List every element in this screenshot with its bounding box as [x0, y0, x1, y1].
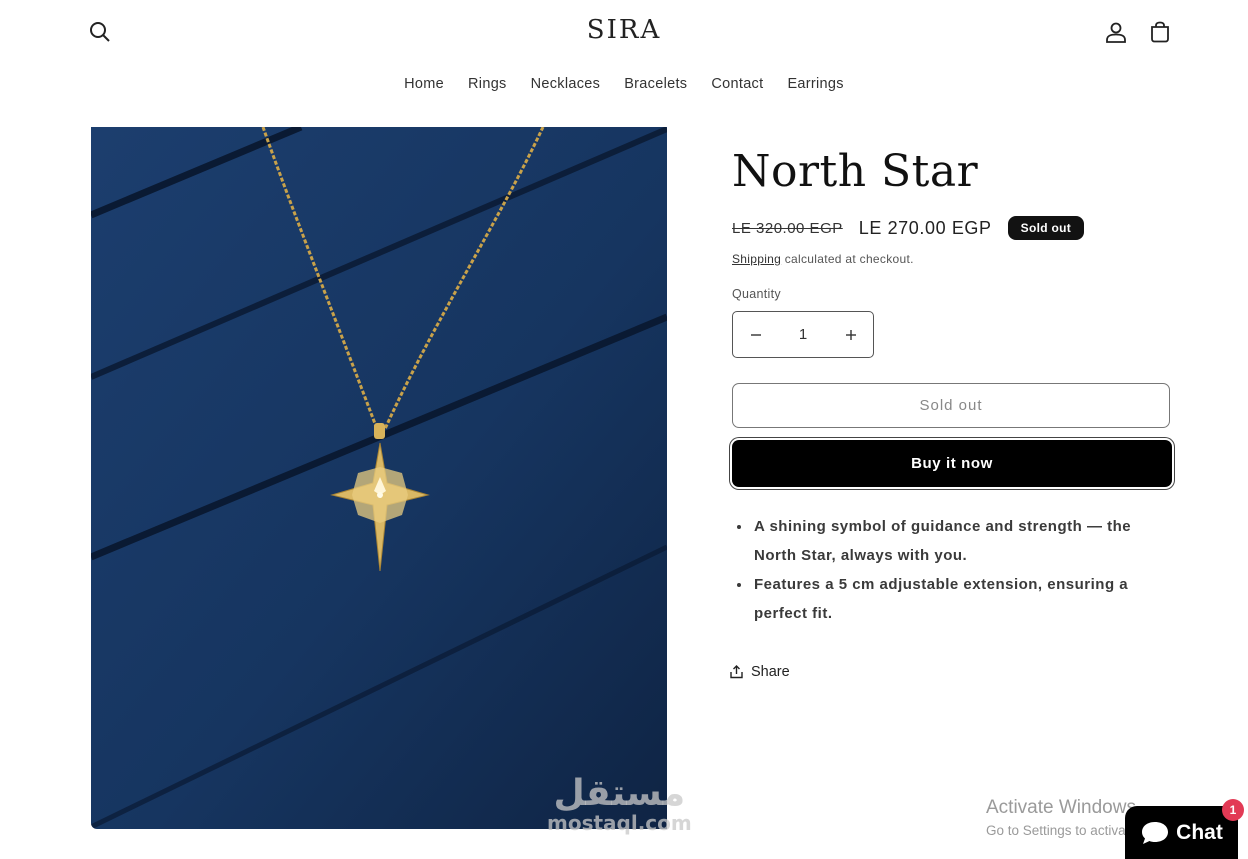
- shipping-link[interactable]: Shipping: [732, 252, 781, 266]
- cart-icon[interactable]: [1145, 17, 1175, 47]
- buy-now-button[interactable]: Buy it now: [732, 440, 1172, 487]
- nav-earrings[interactable]: Earrings: [775, 76, 855, 92]
- minus-icon[interactable]: [733, 312, 778, 357]
- account-icon[interactable]: [1101, 17, 1131, 47]
- product-description: A shining symbol of guidance and strengt…: [732, 512, 1172, 628]
- description-item: Features a 5 cm adjustable extension, en…: [752, 570, 1172, 628]
- nav-contact[interactable]: Contact: [699, 76, 775, 92]
- sale-price: LE 270.00 EGP: [858, 217, 992, 238]
- watermark-latin: mostaql.com: [547, 811, 692, 835]
- price-row: LE 320.00 EGP LE 270.00 EGP Sold out: [732, 216, 1085, 240]
- quantity-label: Quantity: [732, 287, 781, 301]
- share-icon: [730, 665, 743, 679]
- product-image[interactable]: [91, 127, 667, 829]
- quantity-input[interactable]: [778, 325, 828, 344]
- nav-bracelets[interactable]: Bracelets: [612, 76, 699, 92]
- plus-icon[interactable]: [828, 312, 873, 357]
- share-label: Share: [751, 664, 790, 680]
- share-button[interactable]: Share: [730, 664, 790, 680]
- mostaql-watermark: مستقل mostaql.com: [547, 773, 692, 835]
- chat-label: Chat: [1176, 820, 1223, 844]
- compare-at-price: LE 320.00 EGP: [732, 219, 843, 237]
- store-logo[interactable]: SIRA: [0, 15, 1248, 45]
- nav-home[interactable]: Home: [392, 76, 456, 92]
- sold-out-button[interactable]: Sold out: [732, 383, 1170, 428]
- chat-button[interactable]: Chat: [1125, 806, 1238, 859]
- nav-rings[interactable]: Rings: [456, 76, 519, 92]
- shipping-text: calculated at checkout.: [781, 252, 914, 266]
- quantity-stepper: [732, 311, 874, 358]
- chat-bubble-icon: [1142, 821, 1169, 844]
- nav-necklaces[interactable]: Necklaces: [519, 76, 613, 92]
- sold-out-badge: Sold out: [1007, 216, 1085, 240]
- chat-notification-badge: 1: [1222, 799, 1244, 821]
- description-item: A shining symbol of guidance and strengt…: [752, 512, 1172, 570]
- product-title: North Star: [732, 146, 979, 197]
- watermark-arabic: مستقل: [553, 773, 686, 814]
- main-nav: Home Rings Necklaces Bracelets Contact E…: [0, 76, 1248, 92]
- shipping-note: Shipping calculated at checkout.: [732, 252, 914, 266]
